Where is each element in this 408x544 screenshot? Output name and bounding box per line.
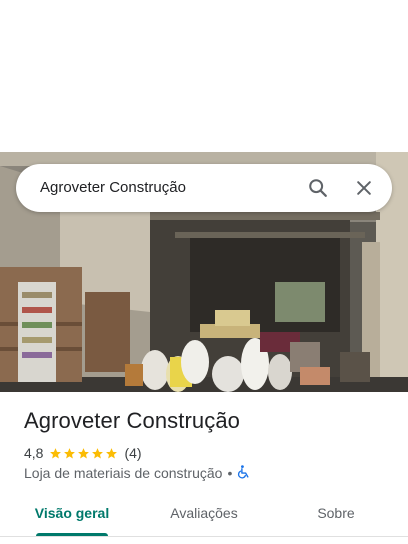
search-icon[interactable]: [302, 172, 334, 204]
star-icon: [106, 447, 118, 458]
close-icon[interactable]: [348, 172, 380, 204]
tab-sobre[interactable]: Sobre: [284, 492, 388, 532]
tab-visao-geral[interactable]: Visão geral: [20, 492, 124, 532]
category-row: Loja de materiais de construção •: [24, 464, 250, 482]
star-icon: [78, 447, 90, 458]
tab-avaliacoes[interactable]: Avaliações: [152, 492, 256, 532]
star-icon: [50, 447, 62, 458]
rating-value: 4,8: [24, 445, 44, 461]
separator: •: [227, 465, 233, 481]
rating-row[interactable]: 4,8 (4): [24, 444, 142, 462]
wheelchair-icon: [237, 464, 250, 482]
search-input[interactable]: Agroveter Construção: [40, 164, 186, 212]
star-icon: [92, 447, 104, 458]
star-icon: [64, 447, 76, 458]
star-rating: [49, 447, 119, 460]
tab-bar: Visão geral Avaliações Sobre: [0, 492, 408, 536]
map-top-area: [0, 0, 408, 152]
search-bar[interactable]: Agroveter Construção: [16, 164, 392, 212]
place-title: Agroveter Construção: [24, 408, 240, 433]
divider: [0, 536, 408, 537]
place-category: Loja de materiais de construção: [24, 465, 223, 481]
review-count[interactable]: (4): [124, 445, 141, 461]
